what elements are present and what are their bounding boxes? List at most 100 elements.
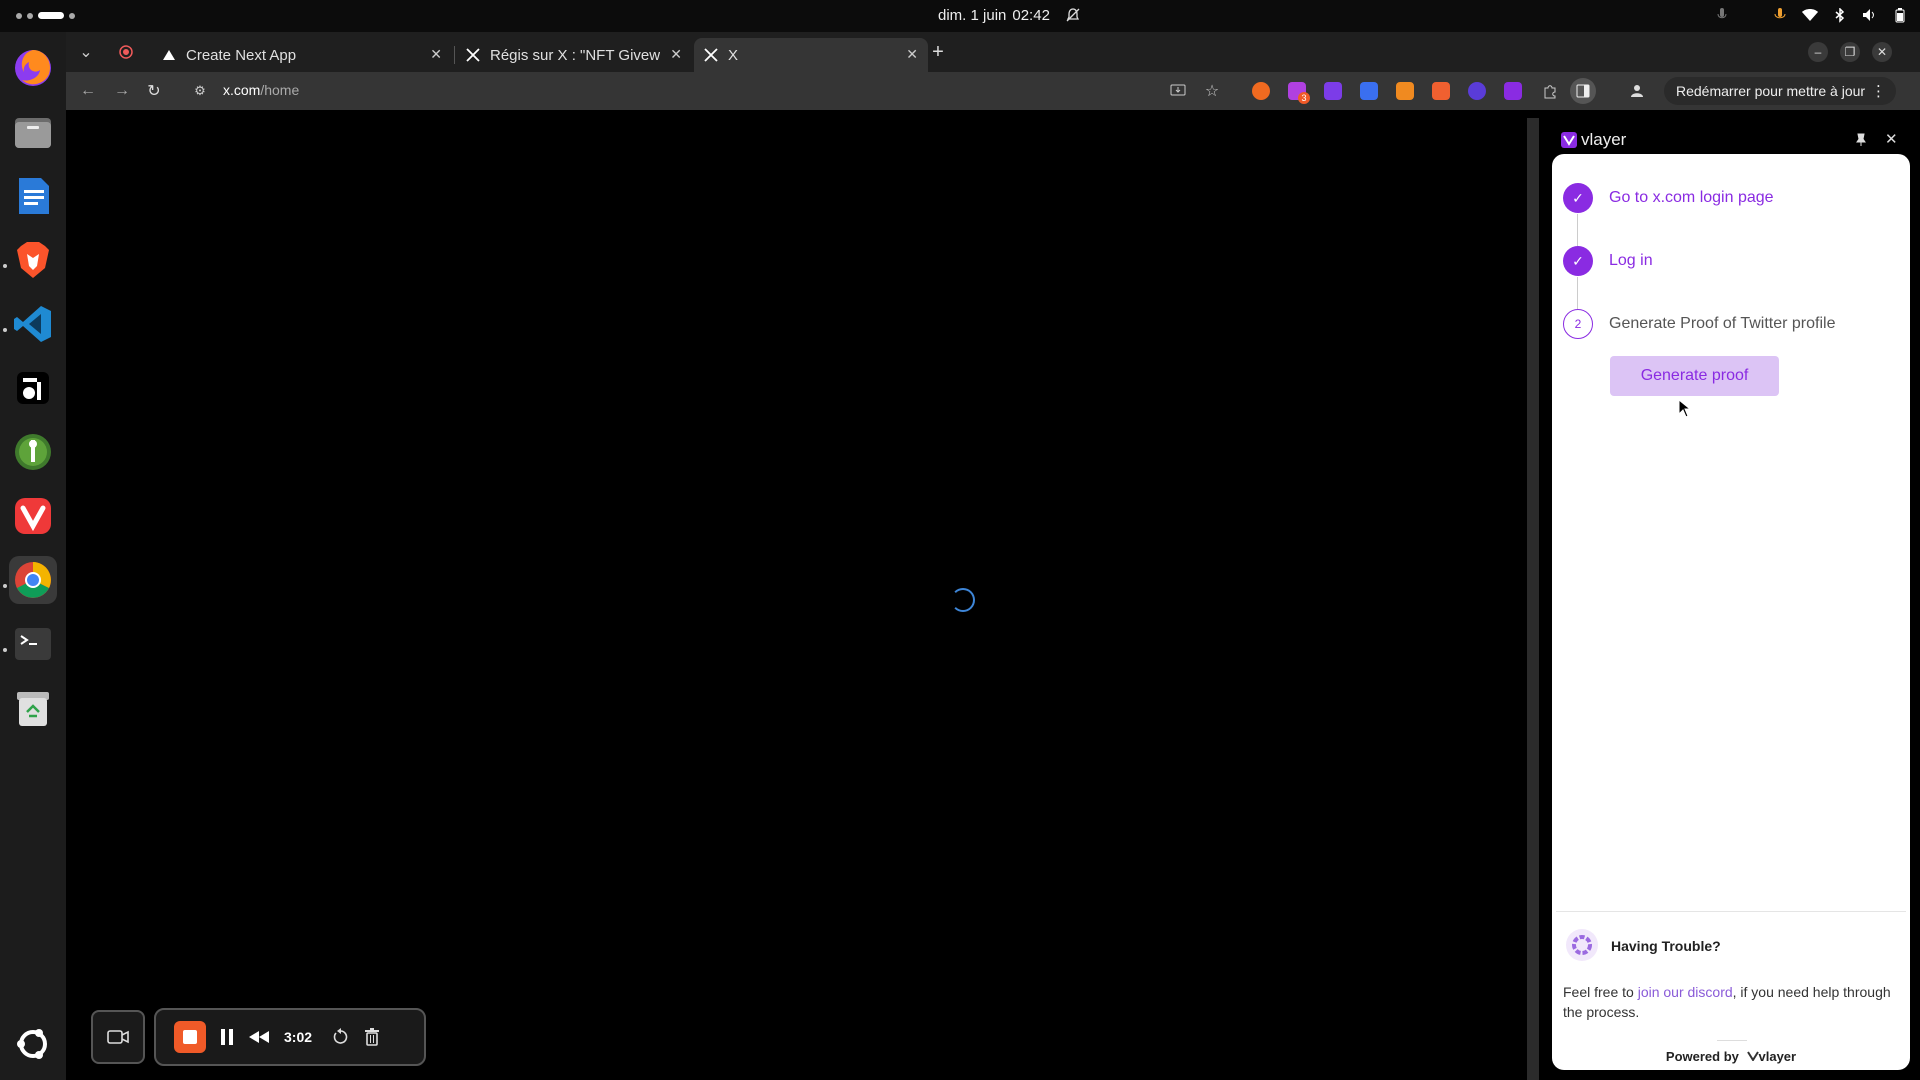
stop-recording-button[interactable]	[174, 1021, 206, 1053]
discord-link[interactable]: join our discord	[1638, 984, 1733, 1000]
close-window-icon[interactable]: ✕	[1872, 42, 1892, 62]
pause-icon[interactable]	[220, 1028, 234, 1046]
tab-title: Create Next App	[186, 46, 297, 64]
x-logo-icon	[704, 48, 718, 62]
menu-kebab-icon[interactable]: ⋮	[1871, 82, 1886, 100]
tab-search-chevron-icon[interactable]: ⌄	[76, 42, 96, 62]
extension-bell-icon[interactable]	[1396, 82, 1414, 100]
check-icon: ✓	[1563, 183, 1593, 213]
dock-trash[interactable]	[9, 684, 57, 732]
workspace-dot[interactable]	[27, 12, 33, 19]
bookmark-star-icon[interactable]: ☆	[1202, 81, 1222, 101]
site-settings-icon[interactable]: ⚙	[190, 81, 210, 101]
mic-active-icon	[1772, 7, 1788, 23]
extension-vlayer-icon[interactable]	[1504, 82, 1522, 100]
tab-close-icon[interactable]: ✕	[670, 46, 682, 63]
restart-icon[interactable]	[332, 1028, 350, 1046]
workspace-dot[interactable]	[16, 12, 22, 19]
close-side-panel-icon[interactable]: ✕	[1885, 130, 1898, 148]
workspace-active[interactable]	[38, 12, 64, 19]
dock-firefox[interactable]	[9, 44, 57, 92]
tab-title: Régis sur X : "NFT Givew	[490, 46, 660, 64]
notifications-muted-icon[interactable]	[1065, 7, 1081, 23]
system-top-bar: dim. 1 juin 02:42	[0, 0, 1920, 32]
extension-fox-icon[interactable]	[1252, 82, 1270, 100]
terminal-icon	[15, 628, 51, 660]
step-log-in: ✓ Log in	[1563, 246, 1653, 276]
restore-icon[interactable]: ❐	[1840, 42, 1860, 62]
mic-icon	[1714, 7, 1730, 23]
step-connector	[1577, 214, 1578, 246]
dock-writer[interactable]	[9, 172, 57, 220]
extension-wave-icon[interactable]	[1324, 82, 1342, 100]
divider	[1556, 911, 1906, 912]
clock-date: dim. 1 juin	[938, 7, 1007, 24]
recorder-controls: 3:02	[154, 1008, 426, 1066]
pin-icon[interactable]	[1854, 133, 1868, 147]
tab-create-next-app[interactable]: Create Next App ✕	[152, 38, 452, 72]
page-scrollbar[interactable]	[1527, 118, 1539, 1080]
record-indicator-icon[interactable]	[116, 42, 136, 62]
workspace-indicator[interactable]	[16, 12, 75, 19]
extension-k-icon[interactable]	[1360, 82, 1378, 100]
url-path: /home	[260, 82, 300, 98]
trash-icon	[17, 692, 49, 726]
generate-proof-button[interactable]: Generate proof	[1610, 356, 1779, 396]
tab-close-icon[interactable]: ✕	[906, 46, 918, 63]
volume-icon	[1862, 7, 1878, 23]
url-domain: x.com	[223, 82, 261, 98]
vlayer-logo-icon	[1561, 132, 1577, 148]
dock-files[interactable]	[9, 108, 57, 156]
camera-icon	[107, 1030, 129, 1044]
mouse-cursor-icon	[1678, 399, 1692, 418]
help-ring-icon	[1566, 929, 1598, 961]
tab-close-icon[interactable]: ✕	[430, 46, 442, 63]
extension-orb-icon[interactable]	[1468, 82, 1486, 100]
extensions-puzzle-icon[interactable]	[1540, 81, 1560, 101]
bluetooth-icon	[1832, 7, 1848, 23]
powered-by-label: Powered by	[1665, 1049, 1739, 1064]
restart-update-button[interactable]: Redémarrer pour mettre à jour ⋮	[1664, 77, 1896, 105]
chrome-icon	[15, 562, 51, 598]
brave-icon	[17, 242, 49, 278]
step-go-to-login: ✓ Go to x.com login page	[1563, 183, 1774, 213]
tab-title: X	[728, 46, 739, 64]
dock-anytype[interactable]	[9, 364, 57, 412]
step-label: Log in	[1609, 252, 1653, 269]
reload-icon[interactable]: ↻	[144, 81, 164, 101]
vscode-icon	[14, 306, 51, 342]
side-panel-toggle-icon[interactable]	[1570, 78, 1596, 104]
extension-a-icon[interactable]	[1432, 82, 1450, 100]
new-tab-icon[interactable]: +	[928, 41, 948, 63]
step-label: Go to x.com login page	[1609, 189, 1774, 206]
files-icon	[15, 118, 51, 148]
browser-toolbar: ← → ↻ ⚙ x.com/home ☆ 3 Redémarrer pour m…	[66, 72, 1920, 110]
tab-regis-x[interactable]: Régis sur X : "NFT Givew ✕	[456, 38, 692, 72]
dock-show-apps[interactable]	[9, 1020, 57, 1068]
step-number: 2	[1563, 309, 1593, 339]
dock-terminal[interactable]	[9, 620, 57, 668]
dock-vscode[interactable]	[9, 300, 57, 348]
rewind-icon[interactable]	[248, 1030, 270, 1044]
clock[interactable]: dim. 1 juin 02:42	[938, 7, 1056, 24]
dock-chrome[interactable]	[9, 556, 57, 604]
profile-icon[interactable]	[1627, 81, 1647, 101]
update-label: Redémarrer pour mettre à jour	[1676, 83, 1866, 99]
page-content	[66, 118, 1525, 1080]
dock-vivaldi[interactable]	[9, 492, 57, 540]
system-tray[interactable]	[1714, 7, 1908, 23]
back-icon[interactable]: ←	[78, 81, 98, 101]
dock-keepass[interactable]	[9, 428, 57, 476]
workspace-dot[interactable]	[69, 12, 75, 19]
forward-icon[interactable]: →	[112, 81, 132, 101]
dock-brave[interactable]	[9, 236, 57, 284]
minimize-icon[interactable]: –	[1808, 42, 1828, 62]
delete-icon[interactable]	[364, 1028, 380, 1046]
install-app-icon[interactable]	[1168, 81, 1188, 101]
tab-x[interactable]: X ✕	[694, 38, 928, 72]
extension-badge-icon[interactable]: 3	[1288, 82, 1310, 104]
recorder-camera-button[interactable]	[91, 1010, 145, 1064]
address-bar[interactable]: x.com/home	[223, 82, 299, 98]
app-dock	[0, 32, 66, 1080]
anytype-icon	[17, 372, 49, 404]
